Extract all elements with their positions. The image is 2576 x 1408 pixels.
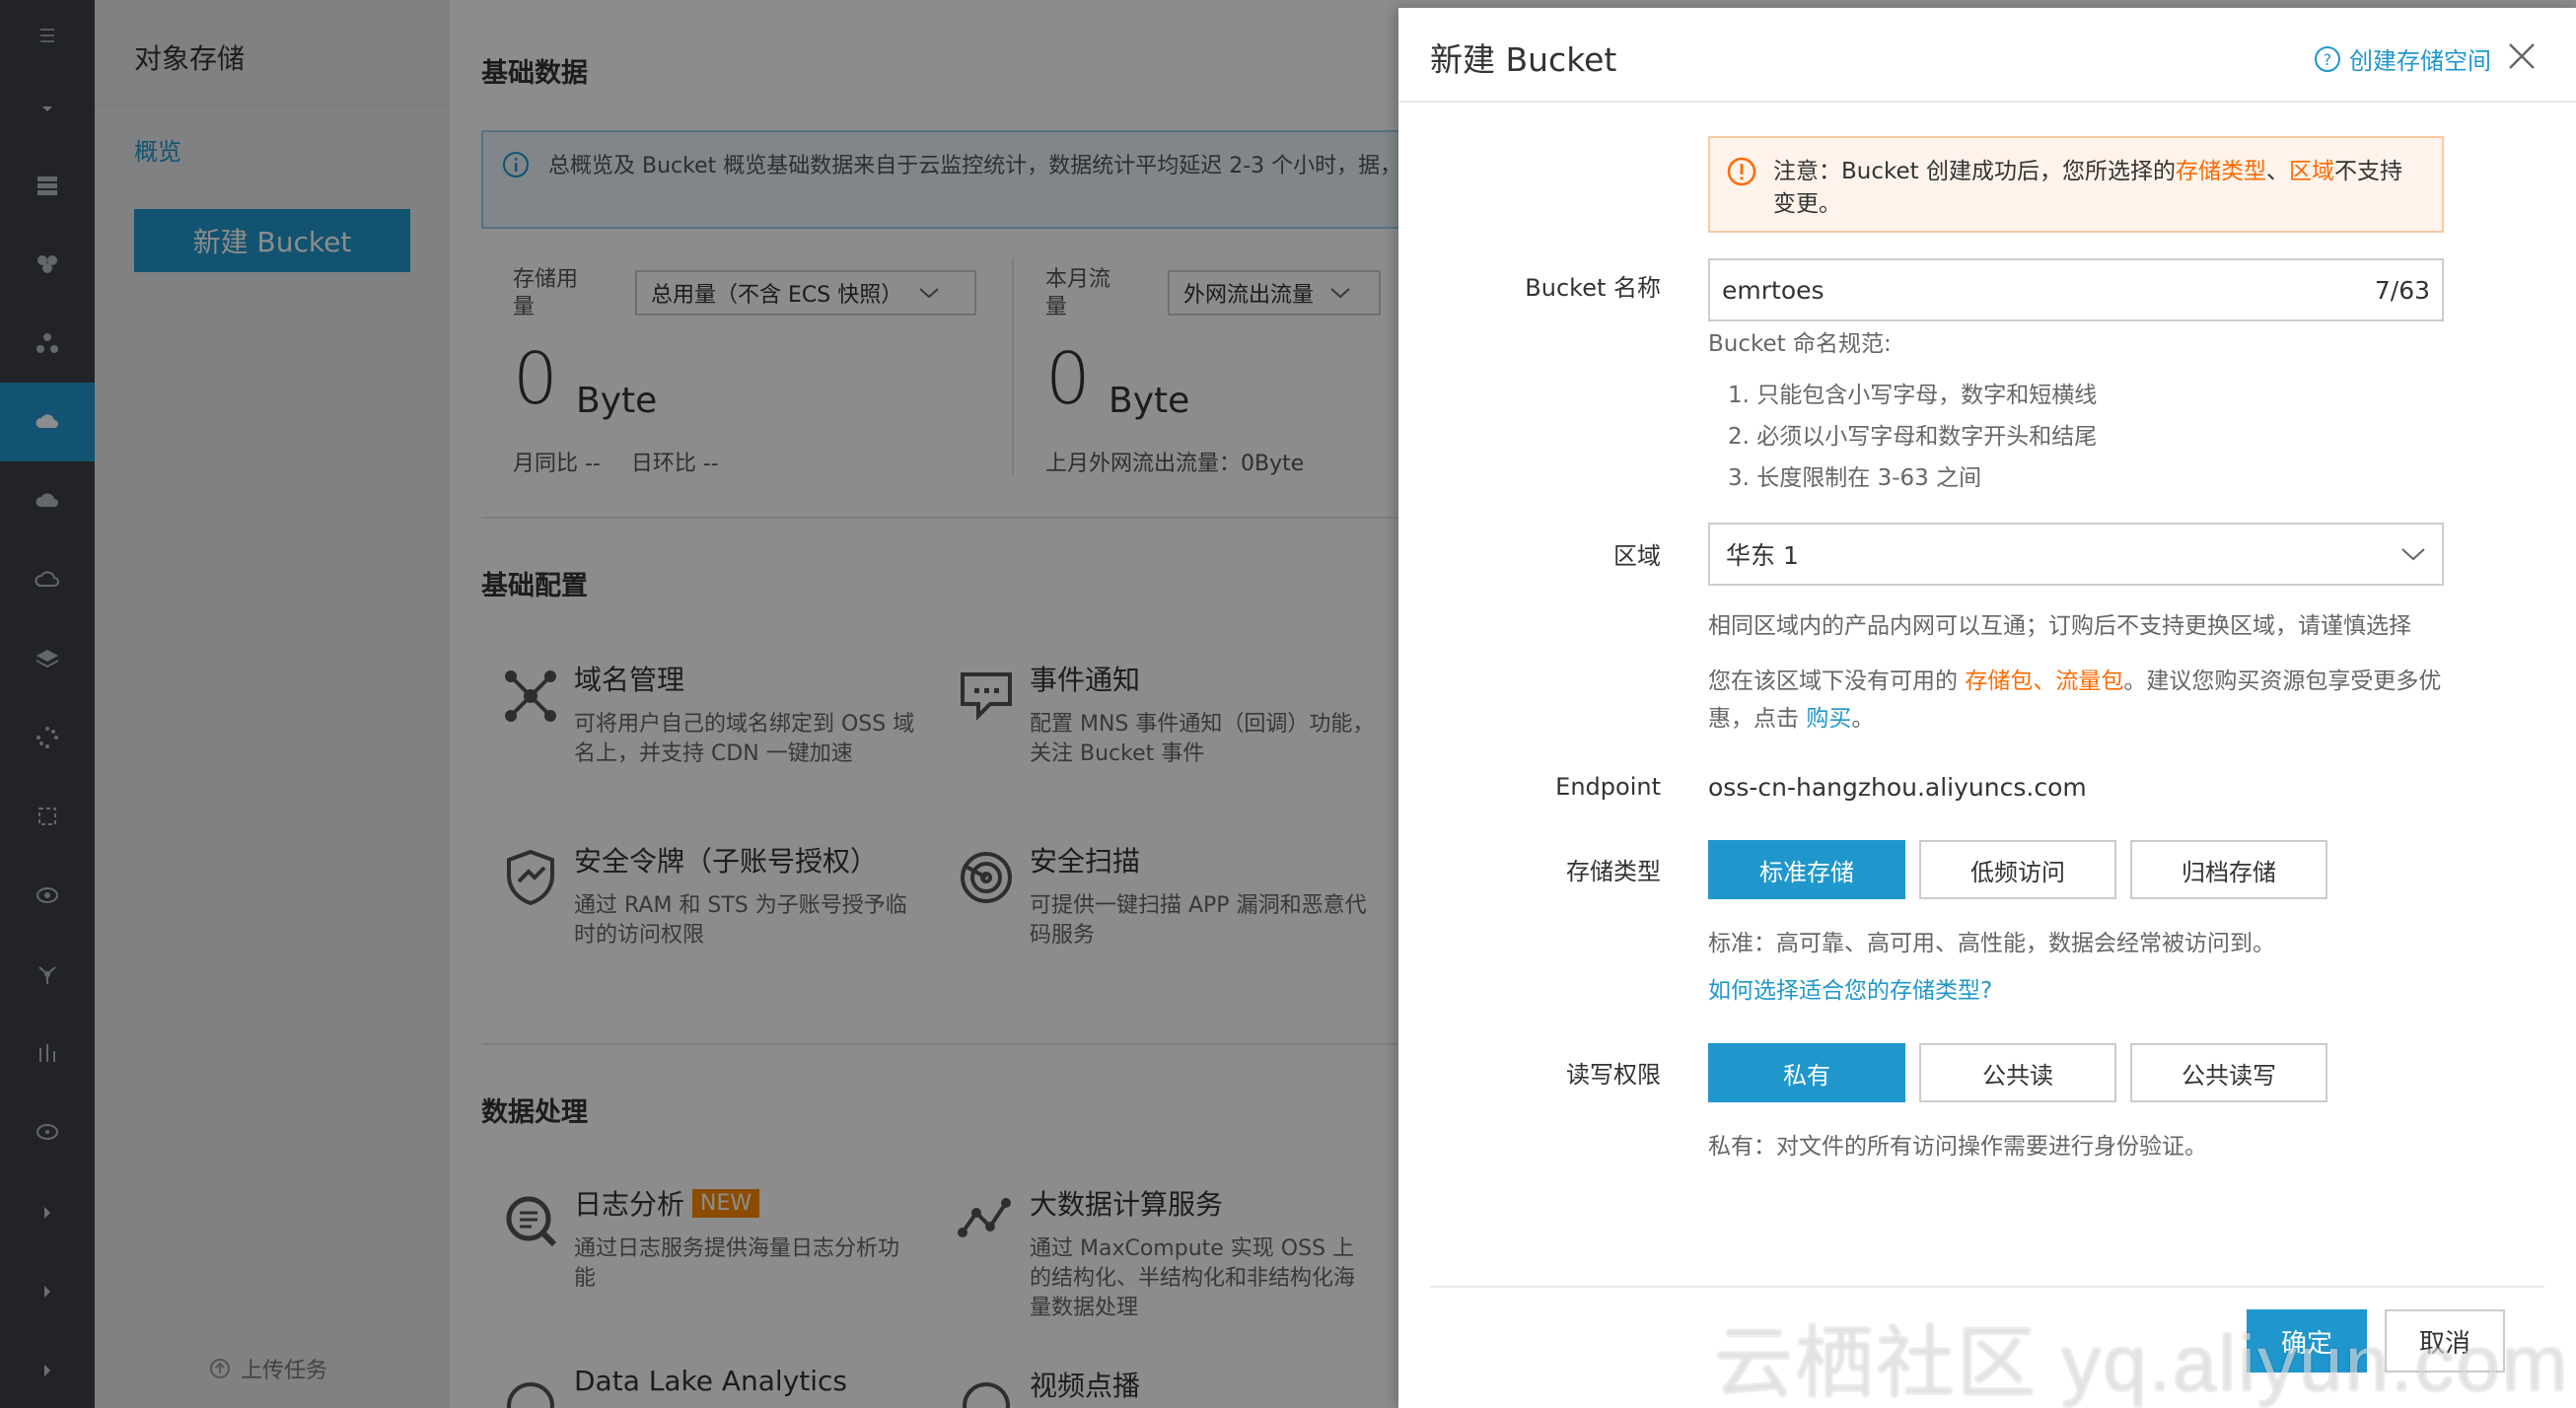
pkg-end: 。 bbox=[1851, 706, 1875, 732]
acl-public-read[interactable]: 公共读 bbox=[1919, 1043, 2116, 1102]
region-label: 区域 bbox=[1613, 542, 1661, 570]
naming-rule: 1. 只能包含小写字母，数字和短横线 bbox=[1728, 383, 2098, 408]
storage-class-help-link[interactable]: 如何选择适合您的存储类型? bbox=[1708, 976, 1992, 1006]
acl-private[interactable]: 私有 bbox=[1708, 1043, 1905, 1102]
endpoint-value: oss-cn-hangzhou.aliyuncs.com bbox=[1708, 773, 2087, 802]
help-link-label: 创建存储空间 bbox=[2349, 47, 2491, 75]
warning-notice: 注意：Bucket 创建成功后，您所选择的存储类型、区域不支持变更。 bbox=[1708, 136, 2444, 233]
bucket-name-input[interactable]: emrtoes 7/63 bbox=[1708, 258, 2444, 321]
warning-text-prefix: 注意：Bucket 创建成功后，您所选择的 bbox=[1773, 159, 2176, 184]
traffic-package-link[interactable]: 流量包 bbox=[2055, 669, 2123, 694]
storage-class-standard[interactable]: 标准存储 bbox=[1708, 840, 1905, 899]
naming-rule: 2. 必须以小写字母和数字开头和结尾 bbox=[1728, 424, 2098, 450]
warning-text: 注意：Bucket 创建成功后，您所选择的存储类型、区域不支持变更。 bbox=[1773, 156, 2404, 221]
region-hint: 相同区域内的产品内网可以互通；订购后不支持更换区域，请谨慎选择 bbox=[1708, 613, 2411, 639]
bucket-name-value: emrtoes bbox=[1722, 275, 1825, 305]
warning-highlight-region: 区域 bbox=[2288, 159, 2334, 184]
storage-class-infrequent[interactable]: 低频访问 bbox=[1919, 840, 2116, 899]
naming-rule: 3. 长度限制在 3-63 之间 bbox=[1728, 465, 1982, 491]
storage-class-archive[interactable]: 归档存储 bbox=[2130, 840, 2327, 899]
region-select[interactable]: 华东 1 bbox=[1708, 523, 2444, 586]
acl-hint: 私有：对文件的所有访问操作需要进行身份验证。 bbox=[1708, 1134, 2207, 1160]
drawer-title: 新建 Bucket bbox=[1430, 40, 1617, 79]
pkg-prefix: 您在该区域下没有可用的 bbox=[1708, 669, 1966, 694]
naming-rules-title: Bucket 命名规范: bbox=[1708, 331, 1892, 357]
buy-link[interactable]: 购买 bbox=[1806, 706, 1851, 732]
help-icon: ? bbox=[2315, 45, 2340, 72]
create-bucket-help-link[interactable]: ? 创建存储空间 bbox=[2314, 41, 2491, 76]
create-bucket-drawer: 新建 Bucket ? 创建存储空间 注意：Bucket 创建成功后，您所选择的… bbox=[1398, 8, 2576, 1408]
divider bbox=[1430, 1286, 2544, 1288]
storage-class-hint: 标准：高可靠、高可用、高性能，数据会经常被访问到。 bbox=[1708, 931, 2275, 956]
watermark: 云栖社区 yq.aliyun.com bbox=[1714, 1319, 2570, 1407]
chevron-down-icon bbox=[2401, 548, 2425, 561]
storage-class-label: 存储类型 bbox=[1566, 858, 1661, 885]
warning-highlight-storage-class: 存储类型 bbox=[2175, 159, 2266, 184]
bucket-name-counter: 7/63 bbox=[2374, 275, 2430, 305]
warning-text-sep: 、 bbox=[2265, 159, 2289, 184]
bucket-name-label: Bucket 名称 bbox=[1525, 274, 1661, 302]
warning-icon bbox=[1727, 157, 1756, 186]
drawer-header: 新建 Bucket ? 创建存储空间 bbox=[1398, 8, 2576, 103]
endpoint-label: Endpoint bbox=[1555, 773, 1661, 801]
close-icon[interactable] bbox=[2505, 39, 2539, 73]
svg-text:?: ? bbox=[2324, 50, 2332, 69]
resource-package-hint: 您在该区域下没有可用的 存储包、流量包。建议您购买资源包享受更多优惠，点击 购买… bbox=[1708, 663, 2444, 738]
acl-public-read-write[interactable]: 公共读写 bbox=[2130, 1043, 2327, 1102]
storage-package-link[interactable]: 存储包 bbox=[1965, 669, 2033, 694]
acl-label: 读写权限 bbox=[1566, 1061, 1661, 1089]
pkg-sep: 、 bbox=[2033, 669, 2056, 694]
region-select-value: 华东 1 bbox=[1726, 541, 1799, 570]
